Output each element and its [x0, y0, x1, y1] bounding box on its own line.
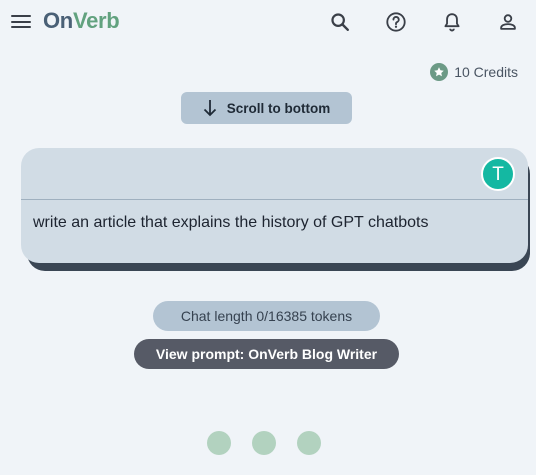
menu-icon[interactable]: [11, 12, 31, 30]
loading-dot: [207, 431, 231, 455]
view-prompt-button[interactable]: View prompt: OnVerb Blog Writer: [134, 339, 399, 369]
loading-dot: [252, 431, 276, 455]
scroll-to-bottom-label: Scroll to bottom: [226, 100, 331, 116]
user-message-text: write an article that explains the histo…: [33, 214, 429, 231]
menu-icon-bar: [11, 20, 31, 23]
loading-indicator: [207, 431, 325, 455]
app-logo[interactable]: OnVerb: [43, 8, 120, 34]
menu-icon-bar: [11, 26, 31, 29]
help-icon[interactable]: [385, 11, 407, 33]
logo-on-text: On: [43, 8, 73, 33]
credits-indicator: 10 Credits: [430, 62, 518, 82]
logo-verb-text: Verb: [72, 8, 120, 33]
loading-dot: [297, 431, 321, 455]
credits-text: 10 Credits: [454, 64, 518, 80]
scroll-to-bottom-button[interactable]: Scroll to bottom: [181, 92, 352, 124]
chat-length-badge: Chat length 0/16385 tokens: [153, 301, 380, 331]
page: OnVerb 10 Credits Scroll to bottom T wri…: [0, 0, 536, 475]
star-icon: [430, 63, 449, 81]
message-card-header: T: [21, 148, 528, 200]
bell-icon[interactable]: [441, 11, 463, 33]
user-message-card: T write an article that explains the his…: [21, 148, 528, 263]
account-icon[interactable]: [497, 11, 519, 33]
app-header: OnVerb: [0, 0, 536, 44]
menu-icon-bar: [11, 15, 31, 18]
arrow-down-icon: [203, 100, 216, 117]
search-icon[interactable]: [329, 11, 351, 33]
user-avatar[interactable]: T: [481, 157, 515, 191]
